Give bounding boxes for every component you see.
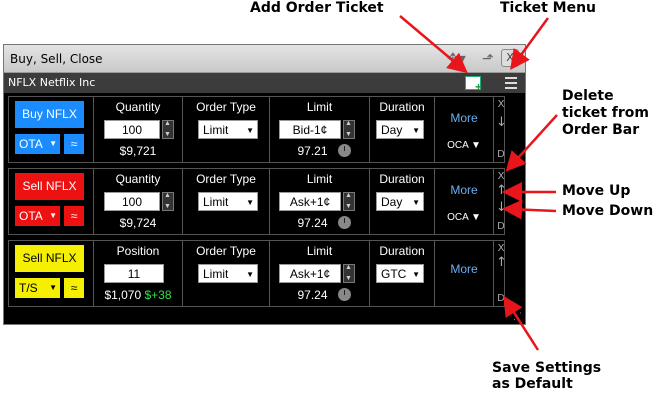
limit-input[interactable]: Bid-1¢ [279,120,341,139]
callout-ticket-menu: Ticket Menu [500,0,597,16]
quantity-header: Quantity [115,100,161,114]
order-type-header: Order Type [196,100,256,114]
duration-header: Duration [379,244,425,258]
order-type-dropdown[interactable]: Limit [198,264,258,284]
clock-icon[interactable] [338,144,351,157]
order-bar-window: Buy, Sell, Close ✥▾ ⬏ X NFLX Netflix Inc… [3,44,526,325]
limit-header: Limit [306,172,333,186]
move-down-icon[interactable]: ↓ [496,200,507,215]
limit-header: Limit [306,100,333,114]
clock-icon[interactable] [338,216,351,229]
alt-order-icon[interactable]: ≈ [64,206,84,226]
callout-save-line2: as Default [492,376,573,392]
quantity-value-total: $9,724 [119,216,157,230]
more-link[interactable]: More [435,262,493,276]
move-down-icon[interactable]: ↓ [496,115,507,130]
order-ticket: Sell NFLX T/S ≈ Position 11 $1,070 $+38 … [8,240,507,307]
default-settings-button[interactable]: D [496,293,506,304]
callout-move-down: Move Down [562,203,654,219]
duration-dropdown[interactable]: Day [376,192,424,212]
default-settings-button[interactable]: D [496,149,506,160]
quantity-value-total: $9,721 [119,144,157,158]
oca-dropdown[interactable]: OCA ▼ [435,140,493,151]
callout-delete-line3: Order Bar [562,122,640,138]
position-value: $1,070 $+38 [104,288,172,302]
callout-delete-line2: ticket from [562,105,649,121]
delete-ticket-button[interactable]: X [496,171,506,182]
more-link[interactable]: More [435,183,493,197]
quantity-header: Quantity [115,172,161,186]
order-type-dropdown[interactable]: Limit [198,120,258,140]
callout-save-line1: Save Settings [492,360,602,376]
sell-button[interactable]: Sell NFLX [15,173,84,200]
callout-add-order-ticket: Add Order Ticket [250,0,384,16]
window-title: Buy, Sell, Close [10,52,103,66]
alt-order-icon[interactable]: ≈ [64,278,84,298]
limit-spinner[interactable] [343,192,355,211]
position-input[interactable]: 11 [104,264,164,283]
quantity-spinner[interactable] [162,192,174,211]
move-up-icon[interactable]: ↑ [496,255,507,270]
symbol-bar: NFLX Netflix Inc [4,73,525,94]
alt-order-icon[interactable]: ≈ [64,134,84,154]
route-dropdown[interactable]: T/S [15,278,60,298]
title-bar: Buy, Sell, Close ✥▾ ⬏ X [4,45,525,73]
clock-icon[interactable] [338,288,351,301]
duration-dropdown[interactable]: Day [376,120,424,140]
limit-input[interactable]: Ask+1¢ [279,264,341,283]
resize-grip-icon[interactable]: ⋰ [513,311,522,322]
quantity-spinner[interactable] [162,120,174,139]
close-window-button[interactable]: X [501,49,519,67]
quantity-input[interactable]: 100 [104,192,160,211]
duration-header: Duration [379,172,425,186]
route-dropdown[interactable]: OTA [15,206,60,226]
symbol-label: NFLX Netflix Inc [8,76,96,89]
sell-button[interactable]: Sell NFLX [15,245,84,272]
order-type-header: Order Type [196,172,256,186]
delete-ticket-button[interactable]: X [496,243,506,254]
default-settings-button[interactable]: D [496,221,506,232]
limit-input[interactable]: Ask+1¢ [279,192,341,211]
position-gain: $+38 [144,288,172,302]
limit-spinner[interactable] [343,264,355,283]
oca-dropdown[interactable]: OCA ▼ [435,212,493,223]
order-ticket: Buy NFLX OTA ≈ Quantity 100 $9,721 Order… [8,96,507,163]
more-link[interactable]: More [435,111,493,125]
callout-delete-line1: Delete [562,88,614,104]
route-dropdown[interactable]: OTA [15,134,60,154]
ticket-menu-icon[interactable] [505,77,517,92]
quantity-input[interactable]: 100 [104,120,160,139]
buy-button[interactable]: Buy NFLX [15,101,84,128]
callout-move-up: Move Up [562,183,631,199]
delete-ticket-button[interactable]: X [496,99,506,110]
move-up-icon[interactable]: ↑ [496,183,507,198]
limit-header: Limit [306,244,333,258]
order-type-dropdown[interactable]: Limit [198,192,258,212]
duration-header: Duration [379,100,425,114]
add-order-ticket-icon[interactable] [465,76,482,94]
limit-spinner[interactable] [343,120,355,139]
move-icon[interactable]: ✥▾ [447,50,466,67]
order-type-header: Order Type [196,244,256,258]
order-ticket: Sell NFLX OTA ≈ Quantity 100 $9,724 Orde… [8,168,507,235]
position-header: Position [116,244,160,258]
duration-dropdown[interactable]: GTC [376,264,424,284]
pin-icon[interactable]: ⬏ [482,50,494,67]
